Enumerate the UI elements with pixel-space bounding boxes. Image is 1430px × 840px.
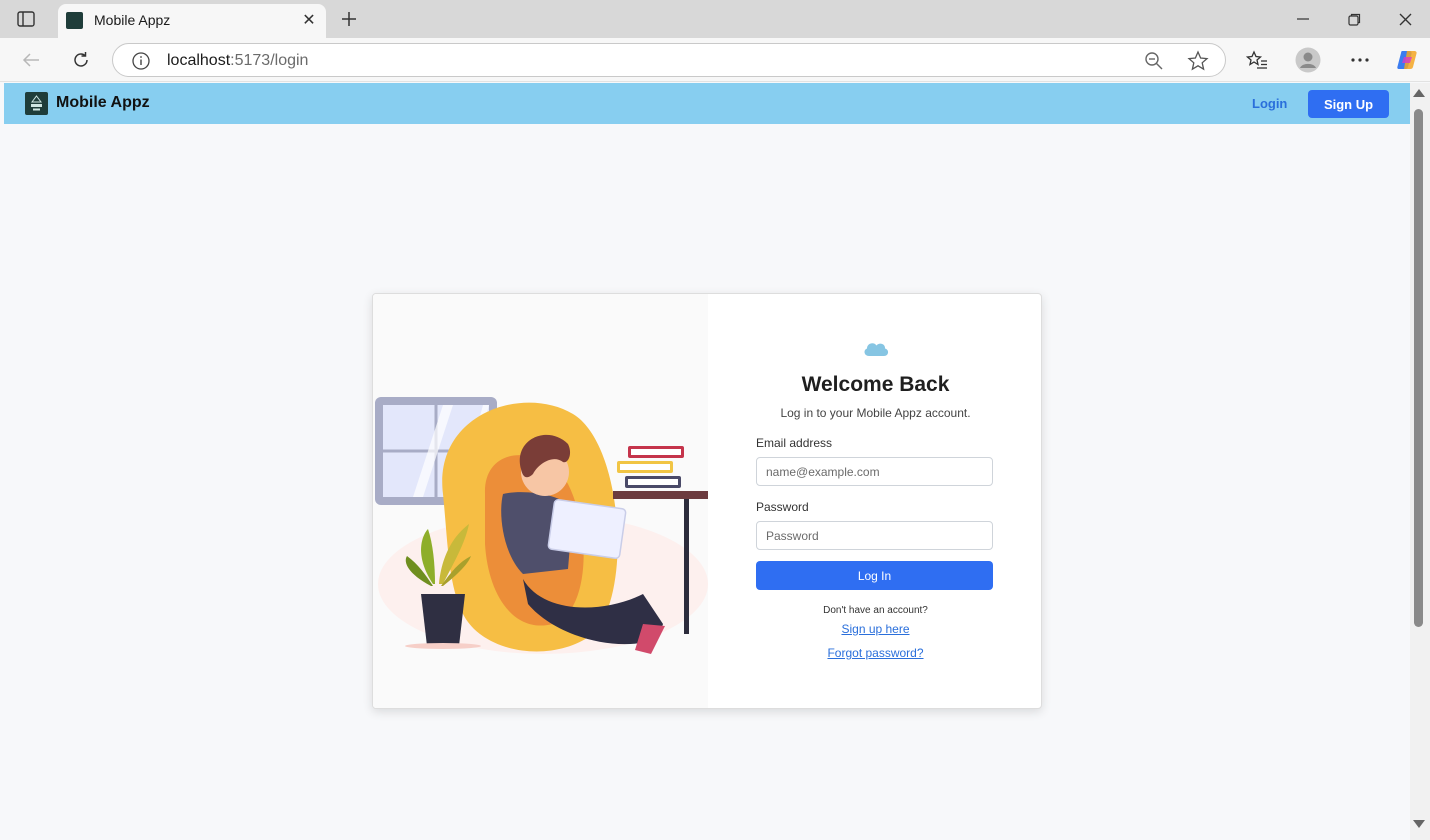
more-options-icon[interactable] xyxy=(1345,46,1375,74)
signup-link[interactable]: Sign up here xyxy=(708,622,1041,636)
minimize-icon[interactable] xyxy=(1278,0,1328,38)
sidebar-toggle-icon[interactable] xyxy=(12,7,40,31)
email-input[interactable] xyxy=(756,457,993,486)
browser-toolbar: localhost:5173/login xyxy=(0,38,1430,82)
new-tab-icon[interactable] xyxy=(336,6,362,32)
no-account-text: Don't have an account? xyxy=(823,605,928,616)
cloud-icon xyxy=(862,340,890,358)
site-info-icon[interactable] xyxy=(131,51,151,71)
nav-signup-button[interactable]: Sign Up xyxy=(1308,90,1389,118)
favorite-star-icon[interactable] xyxy=(1187,50,1209,72)
email-label: Email address xyxy=(756,436,833,450)
password-input[interactable] xyxy=(756,521,993,550)
scroll-down-arrow-icon[interactable] xyxy=(1413,820,1425,828)
password-label: Password xyxy=(756,500,809,514)
login-title: Welcome Back xyxy=(801,373,950,396)
refresh-icon[interactable] xyxy=(66,46,96,74)
close-tab-icon[interactable]: ✕ xyxy=(298,9,320,31)
zoom-out-icon[interactable] xyxy=(1143,50,1165,72)
browser-tab-strip: Mobile Appz ✕ xyxy=(0,0,1430,38)
address-bar[interactable]: localhost:5173/login xyxy=(112,43,1226,77)
back-icon[interactable] xyxy=(16,46,46,74)
favicon-icon xyxy=(66,12,83,29)
brand-logo[interactable] xyxy=(25,92,48,115)
url-text: localhost:5173/login xyxy=(167,52,309,69)
web-page: Mobile Appz Login Sign Up Welcome Back L… xyxy=(4,83,1410,840)
login-submit-button[interactable]: Log In xyxy=(756,561,993,590)
login-subtitle: Log in to your Mobile Appz account. xyxy=(780,406,971,420)
nav-login-link[interactable]: Login xyxy=(1252,96,1287,111)
tab-title: Mobile Appz xyxy=(94,12,171,28)
forgot-password-link[interactable]: Forgot password? xyxy=(708,646,1041,660)
close-window-icon[interactable] xyxy=(1380,0,1430,38)
profile-avatar-icon[interactable] xyxy=(1293,46,1323,74)
favorites-list-icon[interactable] xyxy=(1242,46,1272,74)
login-card: Welcome Back Log in to your Mobile Appz … xyxy=(372,293,1042,709)
browser-tab[interactable]: Mobile Appz ✕ xyxy=(58,4,326,38)
login-illustration xyxy=(373,294,708,708)
copilot-icon[interactable] xyxy=(1392,46,1422,74)
page-scrollbar[interactable] xyxy=(1410,83,1430,840)
scroll-up-arrow-icon[interactable] xyxy=(1413,89,1425,97)
brand-name[interactable]: Mobile Appz xyxy=(56,94,150,112)
scroll-thumb[interactable] xyxy=(1414,109,1423,627)
restore-icon[interactable] xyxy=(1329,0,1379,38)
login-form-panel: Welcome Back Log in to your Mobile Appz … xyxy=(708,294,1041,708)
site-navbar: Mobile Appz Login Sign Up xyxy=(4,83,1410,124)
